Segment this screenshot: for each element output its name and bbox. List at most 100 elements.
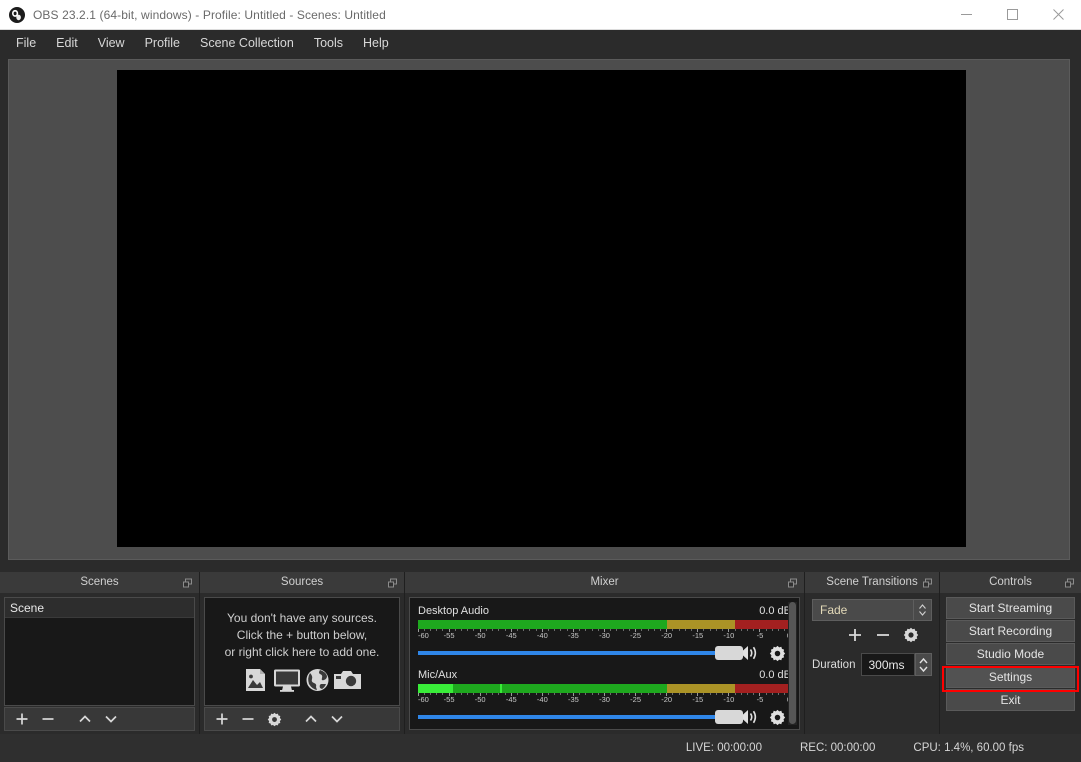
move-source-down-button[interactable] (325, 708, 349, 730)
meter-tick-label: -35 (567, 631, 579, 640)
transition-select-arrows[interactable] (914, 599, 932, 621)
window-titlebar: OBS 23.2.1 (64-bit, windows) - Profile: … (0, 0, 1081, 30)
dock-mixer-titlebar: Mixer (405, 572, 804, 593)
volume-slider[interactable] (418, 706, 743, 728)
settings-button[interactable]: Settings (946, 666, 1075, 688)
meter-tick-minor (734, 629, 736, 631)
meter-tick-minor (492, 693, 494, 695)
window-title: OBS 23.2.1 (64-bit, windows) - Profile: … (33, 7, 386, 22)
meter-tick-minor (672, 629, 674, 631)
start-streaming-button[interactable]: Start Streaming (946, 597, 1075, 619)
meter-tick-minor (591, 693, 593, 695)
scenes-list[interactable]: Scene (4, 597, 195, 706)
transition-properties-button[interactable] (903, 627, 919, 648)
menu-view[interactable]: View (88, 33, 135, 54)
meter-tick-minor (715, 629, 717, 631)
meter-tick-label: -55 (443, 631, 455, 640)
meter-tick-minor (709, 693, 711, 695)
volume-slider-handle[interactable] (714, 710, 743, 724)
remove-transition-button[interactable] (875, 627, 891, 648)
camera-source-icon (334, 671, 361, 689)
meter-tick-minor (436, 693, 438, 695)
display-capture-icon (274, 669, 300, 692)
volume-slider[interactable] (418, 642, 743, 664)
meter-tick-minor (641, 629, 643, 631)
studio-mode-button[interactable]: Studio Mode (946, 643, 1075, 665)
move-source-up-button[interactable] (299, 708, 323, 730)
meter-tick-minor (753, 629, 755, 631)
close-button[interactable] (1035, 0, 1081, 29)
maximize-button[interactable] (989, 0, 1035, 29)
menu-file[interactable]: File (6, 33, 46, 54)
source-properties-button[interactable] (262, 708, 286, 730)
add-source-button[interactable] (210, 708, 234, 730)
menubar: File Edit View Profile Scene Collection … (0, 30, 1081, 56)
meter-tick-minor (516, 629, 518, 631)
duration-stepper[interactable] (915, 653, 932, 676)
volume-meter-peak (500, 684, 503, 693)
mixer-source-settings-button[interactable] (763, 706, 791, 728)
move-scene-down-button[interactable] (99, 708, 123, 730)
duration-input[interactable]: 300ms (861, 653, 915, 676)
mixer-scrollbar[interactable] (788, 602, 797, 725)
mixer-source-name: Desktop Audio (418, 605, 489, 617)
dock-scenes-body: Scene (0, 593, 199, 734)
meter-tick-minor (734, 693, 736, 695)
float-window-icon[interactable] (923, 578, 932, 587)
meter-tick-label: -10 (723, 695, 735, 704)
menu-edit[interactable]: Edit (46, 33, 88, 54)
menu-tools[interactable]: Tools (304, 33, 353, 54)
meter-tick-minor (703, 629, 705, 631)
minus-icon (877, 633, 889, 636)
float-window-icon[interactable] (1065, 578, 1074, 587)
float-window-icon[interactable] (388, 578, 397, 587)
scene-list-item[interactable]: Scene (5, 598, 194, 618)
start-recording-button[interactable]: Start Recording (946, 620, 1075, 642)
meter-tick-minor (684, 693, 686, 695)
remove-source-button[interactable] (236, 708, 260, 730)
remove-scene-button[interactable] (36, 708, 60, 730)
volume-slider-handle[interactable] (714, 646, 743, 660)
meter-tick-minor (579, 693, 581, 695)
add-scene-button[interactable] (10, 708, 34, 730)
volume-meter (418, 620, 791, 629)
meter-tick-minor (579, 629, 581, 631)
dock-controls-body: Start Streaming Start Recording Studio M… (940, 593, 1081, 734)
mixer-source-controls (418, 642, 791, 664)
mixer-source-header: Desktop Audio 0.0 dB (418, 604, 791, 618)
meter-tick-label: -35 (567, 695, 579, 704)
mixer-scrollbar-thumb[interactable] (789, 602, 796, 724)
meter-tick-label: -30 (599, 631, 610, 640)
plus-icon (16, 713, 28, 725)
spinner-arrows-icon (919, 657, 928, 672)
move-scene-up-button[interactable] (73, 708, 97, 730)
meter-tick-minor (684, 629, 686, 631)
mixer-source-settings-button[interactable] (763, 642, 791, 664)
meter-tick-minor (765, 693, 767, 695)
preview-area[interactable] (8, 59, 1070, 560)
exit-button[interactable]: Exit (946, 689, 1075, 711)
minimize-button[interactable] (943, 0, 989, 29)
meter-tick-minor (498, 693, 500, 695)
scenes-toolbar (4, 707, 195, 731)
meter-tick-minor (423, 693, 425, 695)
meter-tick-minor (485, 693, 487, 695)
browser-source-icon (306, 669, 329, 691)
meter-tick-minor (529, 629, 531, 631)
float-window-icon[interactable] (788, 578, 797, 587)
volume-meter-zones (418, 684, 791, 693)
menu-scene-collection[interactable]: Scene Collection (190, 33, 304, 54)
preview-canvas[interactable] (117, 70, 966, 547)
menu-profile[interactable]: Profile (135, 33, 190, 54)
meter-tick-minor (746, 693, 748, 695)
meter-tick-minor (746, 629, 748, 631)
meter-tick-minor (516, 693, 518, 695)
meter-tick-minor (622, 693, 624, 695)
statusbar: LIVE: 00:00:00 REC: 00:00:00 CPU: 1.4%, … (0, 734, 1081, 762)
sources-empty-area[interactable]: You don't have any sources. Click the + … (204, 597, 400, 706)
menu-help[interactable]: Help (353, 33, 399, 54)
transition-select[interactable]: Fade (812, 599, 914, 621)
add-transition-button[interactable] (847, 627, 863, 648)
float-window-icon[interactable] (183, 578, 192, 587)
dock-scene-transitions: Scene Transitions Fade Duration 300ms (805, 572, 940, 734)
